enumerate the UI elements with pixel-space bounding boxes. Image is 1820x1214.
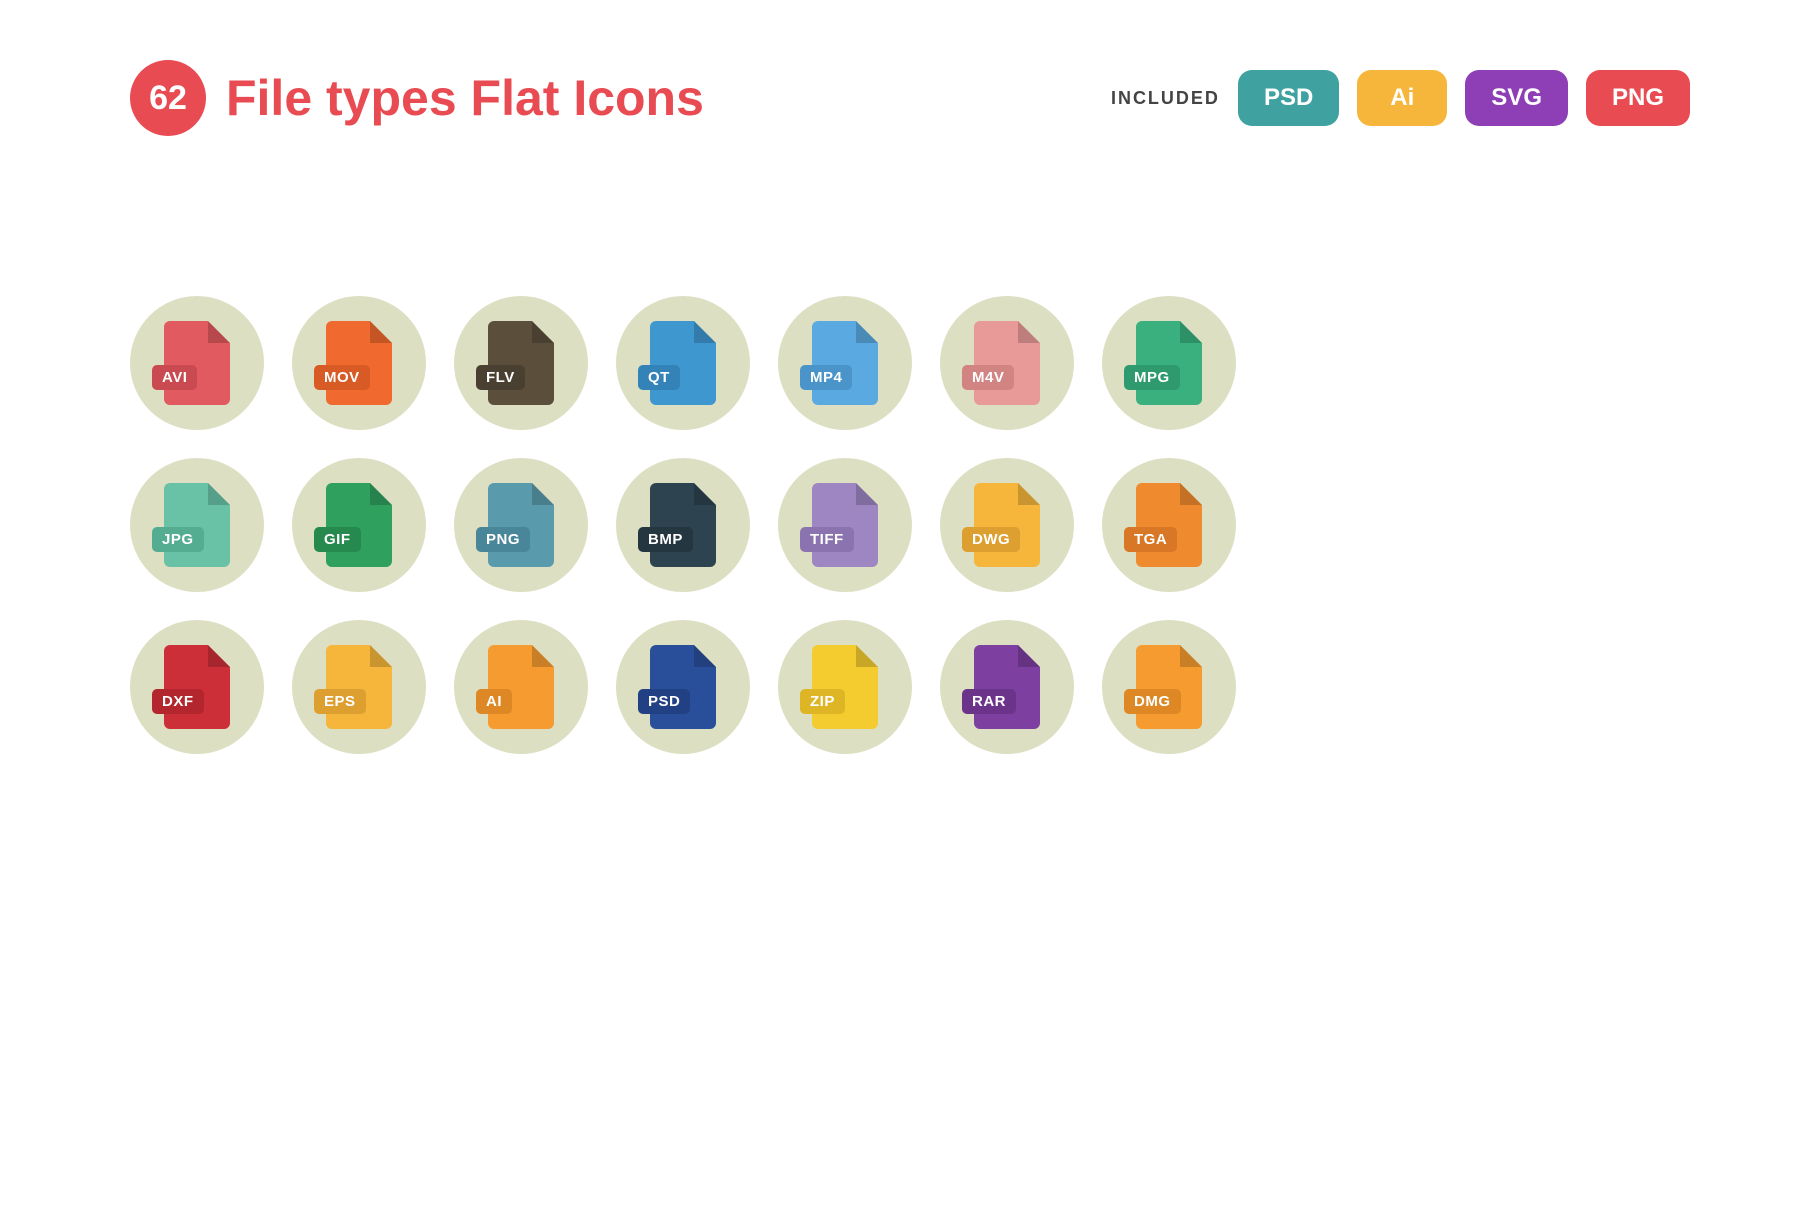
file-fold-icon xyxy=(856,483,878,505)
file-type-icon-mp4: MP4 xyxy=(778,296,912,430)
file-fold-icon xyxy=(856,645,878,667)
file-type-label: M4V xyxy=(962,365,1014,390)
file-type-label: MP4 xyxy=(800,365,852,390)
included-formats: INCLUDED PSD Ai SVG PNG xyxy=(1111,70,1690,126)
file-type-label: PSD xyxy=(638,689,690,714)
file-icon: RAR xyxy=(974,645,1040,729)
file-icon: AVI xyxy=(164,321,230,405)
file-fold-icon xyxy=(1180,645,1202,667)
file-icon: DXF xyxy=(164,645,230,729)
file-icon: EPS xyxy=(326,645,392,729)
file-icon: TIFF xyxy=(812,483,878,567)
file-type-label: TGA xyxy=(1124,527,1177,552)
file-type-icon-avi: AVI xyxy=(130,296,264,430)
file-icon: DWG xyxy=(974,483,1040,567)
file-type-icon-jpg: JPG xyxy=(130,458,264,592)
file-type-label: QT xyxy=(638,365,680,390)
file-fold-icon xyxy=(370,483,392,505)
file-type-icon-mov: MOV xyxy=(292,296,426,430)
file-type-icon-mpg: MPG xyxy=(1102,296,1236,430)
file-icon: MP4 xyxy=(812,321,878,405)
file-icon: MOV xyxy=(326,321,392,405)
file-type-icon-tiff: TIFF xyxy=(778,458,912,592)
file-type-label: MPG xyxy=(1124,365,1180,390)
format-badge-psd: PSD xyxy=(1238,70,1339,126)
file-type-label: BMP xyxy=(638,527,693,552)
file-icon: ZIP xyxy=(812,645,878,729)
file-icon: PNG xyxy=(488,483,554,567)
file-fold-icon xyxy=(208,645,230,667)
file-fold-icon xyxy=(1018,321,1040,343)
file-type-icon-zip: ZIP xyxy=(778,620,912,754)
file-type-label: DXF xyxy=(152,689,204,714)
file-type-icon-m4v: M4V xyxy=(940,296,1074,430)
format-badge-svg: SVG xyxy=(1465,70,1568,126)
file-fold-icon xyxy=(1180,321,1202,343)
file-fold-icon xyxy=(1018,645,1040,667)
file-type-label: GIF xyxy=(314,527,361,552)
file-fold-icon xyxy=(1018,483,1040,505)
file-type-label: AVI xyxy=(152,365,197,390)
file-type-label: FLV xyxy=(476,365,525,390)
file-fold-icon xyxy=(1180,483,1202,505)
file-fold-icon xyxy=(694,645,716,667)
file-type-icon-png: PNG xyxy=(454,458,588,592)
title-group: 62 File types Flat Icons xyxy=(130,60,704,136)
file-icon: M4V xyxy=(974,321,1040,405)
file-type-label: PNG xyxy=(476,527,530,552)
file-type-label: MOV xyxy=(314,365,370,390)
file-fold-icon xyxy=(370,321,392,343)
file-type-label: ZIP xyxy=(800,689,845,714)
file-icon: TGA xyxy=(1136,483,1202,567)
included-label: INCLUDED xyxy=(1111,88,1220,109)
file-type-label: DMG xyxy=(1124,689,1181,714)
file-fold-icon xyxy=(208,483,230,505)
file-fold-icon xyxy=(856,321,878,343)
file-type-icon-bmp: BMP xyxy=(616,458,750,592)
file-type-icon-dmg: DMG xyxy=(1102,620,1236,754)
file-fold-icon xyxy=(532,483,554,505)
file-type-icon-eps: EPS xyxy=(292,620,426,754)
file-type-label: JPG xyxy=(152,527,204,552)
file-type-label: EPS xyxy=(314,689,366,714)
format-badge-ai: Ai xyxy=(1357,70,1447,126)
file-icon: AI xyxy=(488,645,554,729)
file-type-label: RAR xyxy=(962,689,1016,714)
file-fold-icon xyxy=(532,321,554,343)
file-type-icon-dxf: DXF xyxy=(130,620,264,754)
file-icon: JPG xyxy=(164,483,230,567)
icon-grid: AVI MOV FLV QT MP4 M4V MPG JPG GIF PNG BMP TIFF DWG T… xyxy=(0,136,1820,754)
file-fold-icon xyxy=(370,645,392,667)
file-icon: QT xyxy=(650,321,716,405)
file-icon: GIF xyxy=(326,483,392,567)
file-fold-icon xyxy=(694,321,716,343)
file-icon: FLV xyxy=(488,321,554,405)
file-type-icon-gif: GIF xyxy=(292,458,426,592)
file-icon: BMP xyxy=(650,483,716,567)
file-type-label: AI xyxy=(476,689,512,714)
file-type-icon-rar: RAR xyxy=(940,620,1074,754)
file-icon: PSD xyxy=(650,645,716,729)
page-title: File types Flat Icons xyxy=(226,69,704,127)
file-type-icon-flv: FLV xyxy=(454,296,588,430)
file-icon: DMG xyxy=(1136,645,1202,729)
file-icon: MPG xyxy=(1136,321,1202,405)
file-type-label: TIFF xyxy=(800,527,854,552)
file-fold-icon xyxy=(208,321,230,343)
file-type-icon-dwg: DWG xyxy=(940,458,1074,592)
header: 62 File types Flat Icons INCLUDED PSD Ai S… xyxy=(0,0,1820,136)
count-badge: 62 xyxy=(130,60,206,136)
file-type-label: DWG xyxy=(962,527,1020,552)
file-fold-icon xyxy=(532,645,554,667)
file-fold-icon xyxy=(694,483,716,505)
file-type-icon-psd: PSD xyxy=(616,620,750,754)
file-type-icon-ai: AI xyxy=(454,620,588,754)
format-badge-png: PNG xyxy=(1586,70,1690,126)
file-type-icon-tga: TGA xyxy=(1102,458,1236,592)
file-type-icon-qt: QT xyxy=(616,296,750,430)
